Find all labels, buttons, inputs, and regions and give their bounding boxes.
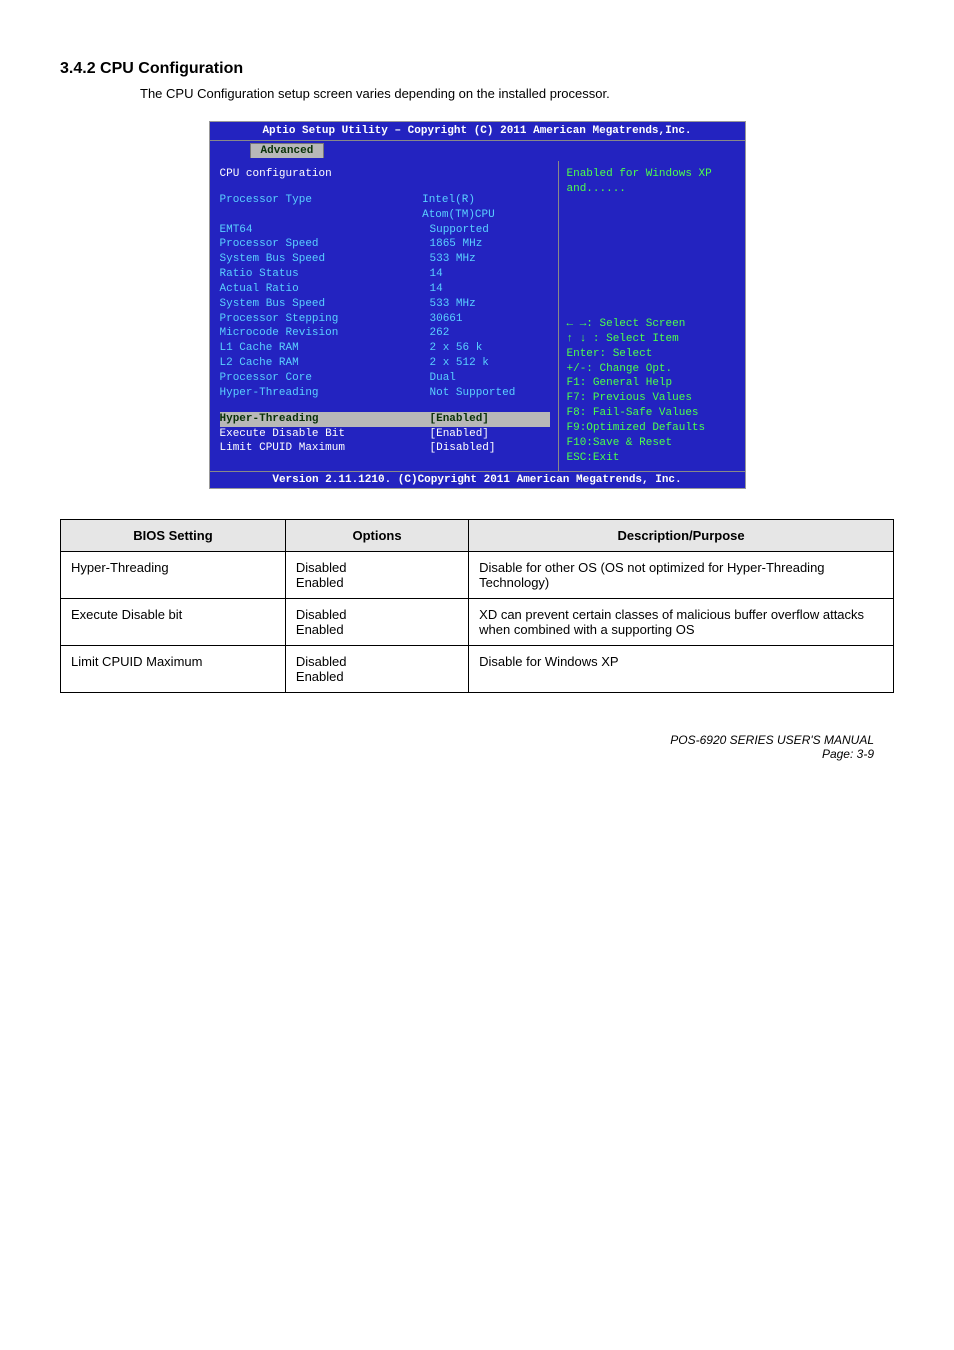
- row-value: Intel(R) Atom(TM)CPU: [422, 193, 549, 223]
- help-nav-line: F1: General Help: [567, 376, 737, 391]
- row-value: Dual: [430, 371, 456, 386]
- help-nav-line: F7: Previous Values: [567, 391, 737, 406]
- row-label: EMT64: [220, 223, 430, 238]
- help-nav-line: F8: Fail-Safe Values: [567, 406, 737, 421]
- help-nav-line: ↑ ↓ : Select Item: [567, 332, 737, 347]
- cell-desc: Disable for Windows XP: [469, 646, 894, 693]
- row-value: 2 x 56 k: [430, 341, 483, 356]
- editable-value: [Disabled]: [430, 441, 496, 456]
- row-value: 14: [430, 282, 443, 297]
- footer-manual-title: POS-6920 SERIES USER'S MANUAL: [60, 733, 894, 747]
- table-row: Execute Disable bit Disabled Enabled XD …: [61, 599, 894, 646]
- cell-setting: Limit CPUID Maximum: [61, 646, 286, 693]
- editable-label: Execute Disable Bit: [220, 427, 430, 442]
- bios-tab-row: Advanced: [210, 141, 745, 161]
- help-nav-line: F9:Optimized Defaults: [567, 421, 737, 436]
- row-label: Hyper-Threading: [220, 386, 430, 401]
- cell-options: Disabled Enabled: [285, 646, 468, 693]
- table-header: Description/Purpose: [469, 520, 894, 552]
- footer-page-number: Page: 3-9: [60, 747, 894, 761]
- row-label: Processor Type: [220, 193, 423, 223]
- row-value: 533 MHz: [430, 252, 476, 267]
- row-value: 30661: [430, 312, 463, 327]
- row-label: Processor Core: [220, 371, 430, 386]
- row-value: 533 MHz: [430, 297, 476, 312]
- help-nav-line: Enter: Select: [567, 347, 737, 362]
- row-label: L2 Cache RAM: [220, 356, 430, 371]
- row-label: Processor Stepping: [220, 312, 430, 327]
- row-label: System Bus Speed: [220, 297, 430, 312]
- cell-setting: Execute Disable bit: [61, 599, 286, 646]
- bios-help-panel: Enabled for Windows XP and...... ← →: Se…: [559, 161, 745, 471]
- cell-setting: Hyper-Threading: [61, 552, 286, 599]
- help-nav-line: F10:Save & Reset: [567, 436, 737, 451]
- cell-desc: Disable for other OS (OS not optimized f…: [469, 552, 894, 599]
- table-row: Hyper-Threading Disabled Enabled Disable…: [61, 552, 894, 599]
- row-value: 1865 MHz: [430, 237, 483, 252]
- options-table: BIOS Setting Options Description/Purpose…: [60, 519, 894, 693]
- help-description: Enabled for Windows XP and......: [567, 167, 737, 317]
- section-subtitle: The CPU Configuration setup screen varie…: [140, 86, 894, 101]
- cpu-config-title: CPU configuration: [220, 167, 430, 182]
- row-value: Supported: [430, 223, 489, 238]
- section-heading: 3.4.2 CPU Configuration: [60, 60, 894, 78]
- row-value: 262: [430, 326, 450, 341]
- bios-main-panel: CPU configuration Processor TypeIntel(R)…: [210, 161, 559, 471]
- cell-options: Disabled Enabled: [285, 599, 468, 646]
- cell-options: Disabled Enabled: [285, 552, 468, 599]
- cell-desc: XD can prevent certain classes of malici…: [469, 599, 894, 646]
- table-row: Limit CPUID Maximum Disabled Enabled Dis…: [61, 646, 894, 693]
- bios-footer: Version 2.11.1210. (C)Copyright 2011 Ame…: [210, 471, 745, 488]
- row-value: 2 x 512 k: [430, 356, 489, 371]
- row-value: Not Supported: [430, 386, 516, 401]
- help-nav-line: ← →: Select Screen: [567, 317, 737, 332]
- row-label: Actual Ratio: [220, 282, 430, 297]
- row-label: Ratio Status: [220, 267, 430, 282]
- row-value: 14: [430, 267, 443, 282]
- editable-label: Limit CPUID Maximum: [220, 441, 430, 456]
- editable-value: [Enabled]: [430, 412, 489, 427]
- help-nav-line: ESC:Exit: [567, 451, 737, 466]
- bios-title-bar: Aptio Setup Utility – Copyright (C) 2011…: [210, 122, 745, 141]
- help-nav-line: +/-: Change Opt.: [567, 362, 737, 377]
- row-label: System Bus Speed: [220, 252, 430, 267]
- editable-label: Hyper-Threading: [220, 412, 430, 427]
- table-header: BIOS Setting: [61, 520, 286, 552]
- row-label: Processor Speed: [220, 237, 430, 252]
- row-label: L1 Cache RAM: [220, 341, 430, 356]
- editable-value: [Enabled]: [430, 427, 489, 442]
- table-header: Options: [285, 520, 468, 552]
- bios-tab-advanced: Advanced: [250, 143, 325, 158]
- row-label: Microcode Revision: [220, 326, 430, 341]
- bios-screenshot: Aptio Setup Utility – Copyright (C) 2011…: [209, 121, 746, 489]
